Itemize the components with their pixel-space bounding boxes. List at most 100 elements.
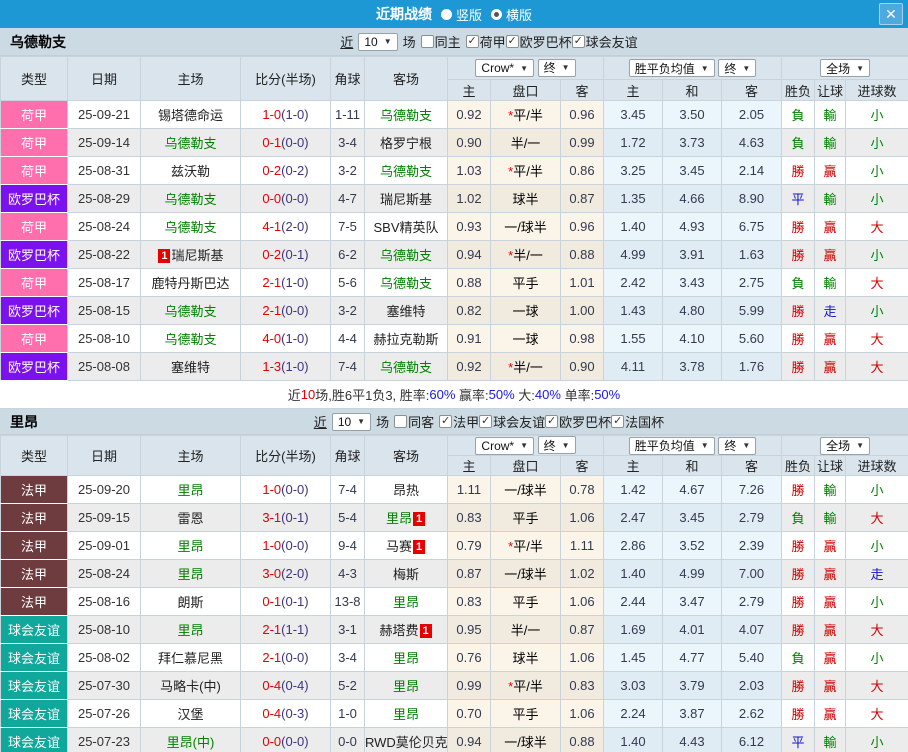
handicap-text: 球半 [512,651,538,666]
result-cell: 勝 [782,241,815,269]
mean-odds-value: 2.14 [722,157,782,185]
match-score: 2-1(1-0) [241,269,331,297]
match-date: 25-08-15 [68,297,141,325]
odds-home-value: 1.03 [448,157,491,185]
league-checkbox[interactable] [479,415,492,428]
corner-count: 1-0 [331,700,365,728]
match-score: 4-1(2-0) [241,213,331,241]
team-name-text: 乌德勒支 [380,248,432,263]
result-mark: 輸 [824,108,837,123]
fulltime-dropdown[interactable]: 全场▼ [820,437,870,455]
match-row: 法甲25-09-20里昂1-0(0-0)7-4昂热1.11一/球半0.781.4… [1,476,908,504]
result-mark: 勝 [792,220,805,235]
handicap-value: 半/一 [491,129,561,157]
team-name-text: 锡塔德命运 [158,108,223,123]
league-filter[interactable]: 欧罗巴杯 [545,412,611,431]
near-link[interactable]: 近 [340,32,353,51]
league-checkbox[interactable] [439,415,452,428]
odds-final-dropdown[interactable]: 终▼ [538,436,576,454]
match-count-dropdown[interactable]: 10 ▼ [358,33,397,51]
layout-radio-vertical[interactable]: 竖版 [441,5,482,24]
league-label: 欧罗巴杯 [559,412,611,431]
match-score: 0-4(0-3) [241,700,331,728]
mean-odds-value: 6.12 [722,728,782,752]
mean-odds-value: 3.43 [663,269,722,297]
col-odds-away: 客 [561,456,604,476]
handicap-text: 平手 [512,595,538,610]
league-checkbox[interactable] [611,415,624,428]
handicap-value: 平手 [491,700,561,728]
col-mean-away: 客 [722,456,782,476]
mean-odds-value: 4.66 [663,185,722,213]
same-venue-filter[interactable]: 同主 [421,32,461,51]
result-cell: 贏 [815,560,846,588]
chevron-down-icon: ▼ [742,441,750,450]
mean-final-dropdown[interactable]: 终▼ [718,437,756,455]
league-badge: 荷甲 [1,129,68,157]
league-badge: 欧罗巴杯 [1,241,68,269]
league-filter[interactable]: 球会友谊 [572,32,638,51]
mean-final-dropdown[interactable]: 终▼ [718,59,756,77]
result-mark: 大 [871,360,884,375]
radio-icon[interactable] [441,9,452,20]
odds-source-dropdown[interactable]: Crow*▼ [475,59,534,77]
match-count-dropdown[interactable]: 10 ▼ [332,413,371,431]
result-cell: 負 [782,504,815,532]
league-checkbox[interactable] [466,35,479,48]
mean-odds-dropdown[interactable]: 胜平负均值▼ [629,59,715,77]
handicap-text: 平/半 [513,164,543,179]
handicap-text: 半/一 [511,623,541,638]
handicap-text: 一球 [512,332,538,347]
chevron-down-icon: ▼ [562,63,570,72]
corner-count: 4-4 [331,325,365,353]
same-venue-checkbox[interactable] [421,35,434,48]
fulltime-score: 4-1 [262,219,281,234]
mean-odds-value: 4.43 [663,728,722,752]
league-checkbox[interactable] [506,35,519,48]
result-cell: 大 [846,353,908,381]
home-team: 拜仁慕尼黑 [141,644,241,672]
mean-odds-value: 4.93 [663,213,722,241]
match-score: 0-1(0-1) [241,588,331,616]
league-filter[interactable]: 球会友谊 [479,412,545,431]
odds-final-dropdown[interactable]: 终▼ [538,59,576,77]
team-name-text: RWD莫伦贝克 [365,735,448,750]
halftime-score: (2-0) [281,566,308,581]
league-filter[interactable]: 欧罗巴杯 [506,32,572,51]
league-filter[interactable]: 荷甲 [466,32,506,51]
same-venue-filter[interactable]: 同客 [394,412,434,431]
fulltime-score: 0-4 [262,706,281,721]
team-name-text: 马略卡(中) [160,679,221,694]
league-checkbox[interactable] [572,35,585,48]
odds-source-dropdown[interactable]: Crow*▼ [475,437,534,455]
result-mark: 贏 [824,679,837,694]
home-team: 马略卡(中) [141,672,241,700]
team-name-text: 里昂 [386,511,412,526]
mean-odds-value: 1.40 [604,560,663,588]
radio-icon[interactable] [491,9,502,20]
result-mark: 小 [871,136,884,151]
record-summary: 近10场,胜6平1负3, 胜率:60% 赢率:50% 大:40% 单率:50% [0,381,908,409]
mean-odds-dropdown[interactable]: 胜平负均值▼ [629,437,715,455]
mean-odds-value: 1.43 [604,297,663,325]
league-filter[interactable]: 法甲 [439,412,479,431]
odds-away-value: 0.78 [561,476,604,504]
near-link[interactable]: 近 [314,412,327,431]
close-icon[interactable]: ✕ [879,3,903,25]
corner-count: 1-11 [331,101,365,129]
result-cell: 勝 [782,700,815,728]
league-badge: 荷甲 [1,101,68,129]
summary-part: 赢率: [455,385,488,404]
league-filter[interactable]: 法国杯 [611,412,664,431]
fulltime-dropdown[interactable]: 全场▼ [820,59,870,77]
mean-odds-value: 2.42 [604,269,663,297]
table-header: 类型 日期 主场 比分(半场) 角球 客场 Crow*▼ 终▼ 胜平负均值▼ 终… [1,436,908,476]
away-team: 里昂 [365,672,448,700]
layout-radio-horizontal[interactable]: 横版 [491,5,532,24]
league-checkbox[interactable] [545,415,558,428]
filter-controls: 近 10 ▼ 场 同主 荷甲欧罗巴杯球会友谊 [340,32,637,51]
away-team: 里昂 [365,644,448,672]
league-label: 球会友谊 [586,32,638,51]
same-venue-checkbox[interactable] [394,415,407,428]
same-venue-label: 同客 [408,412,434,431]
